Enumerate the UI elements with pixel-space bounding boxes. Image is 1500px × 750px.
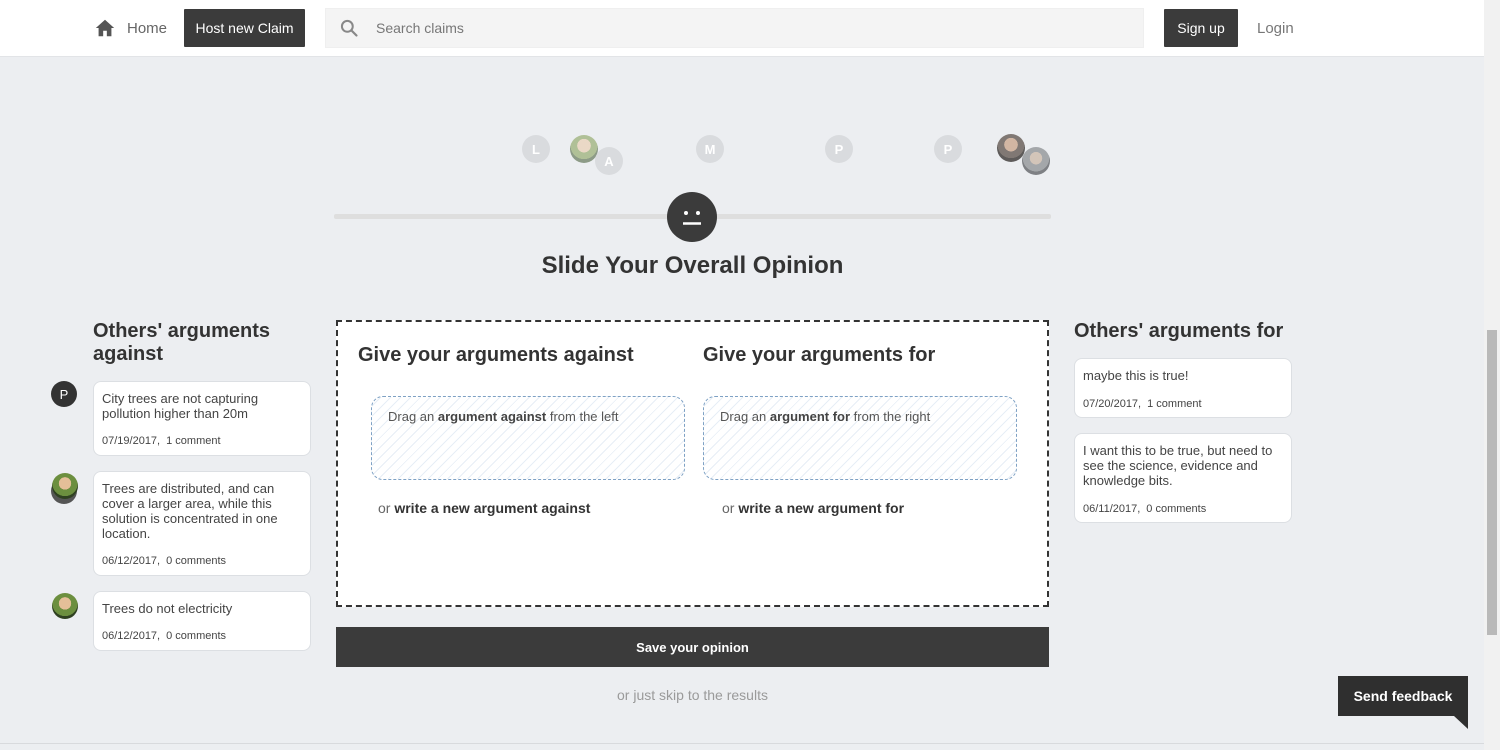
feedback-tail xyxy=(1454,716,1468,729)
opinion-avatar[interactable]: A xyxy=(595,147,623,175)
argument-card-against[interactable]: Trees do not electricity 06/12/2017, 0 co… xyxy=(93,591,311,651)
slider-title: Slide Your Overall Opinion xyxy=(541,252,844,279)
or-text: or xyxy=(722,500,739,516)
argument-date: 07/20/2017, xyxy=(1083,398,1142,410)
opinion-avatar-photo[interactable] xyxy=(1022,147,1050,175)
drop-zone-against[interactable]: Drag an argument against from the left xyxy=(371,396,685,480)
arguments-against-title: Others' arguments against xyxy=(93,320,271,365)
opinion-avatar[interactable]: M xyxy=(696,135,724,163)
search-bar xyxy=(325,8,1144,48)
scrollbar-thumb[interactable] xyxy=(1487,330,1497,635)
opinion-avatar[interactable]: L xyxy=(522,135,550,163)
home-label: Home xyxy=(127,19,168,37)
argument-date: 06/12/2017, xyxy=(102,630,161,642)
search-icon xyxy=(340,19,358,37)
opinion-editor-box: Give your arguments against Give your ar… xyxy=(336,320,1049,607)
opinion-avatar[interactable]: P xyxy=(934,135,962,163)
author-avatar-photo[interactable] xyxy=(52,593,78,619)
argument-comments-link[interactable]: 0 comments xyxy=(166,555,226,567)
drop-hint-text: from the right xyxy=(850,409,931,424)
argument-date: 06/12/2017, xyxy=(102,555,161,567)
write-against-label: write a new argument against xyxy=(394,500,591,516)
opinion-slider-handle[interactable] xyxy=(667,192,717,242)
drop-zone-for[interactable]: Drag an argument for from the right xyxy=(703,396,1017,480)
argument-text: City trees are not capturing pollution h… xyxy=(102,391,259,421)
host-new-claim-button[interactable]: Host new Claim xyxy=(184,9,305,47)
save-opinion-button[interactable]: Save your opinion xyxy=(336,627,1049,667)
argument-card-for[interactable]: I want this to be true, but need to see … xyxy=(1074,433,1292,523)
argument-meta: 07/20/2017, 1 comment xyxy=(1083,398,1202,410)
drop-hint-bold: argument against xyxy=(437,409,547,424)
argument-card-for[interactable]: maybe this is true! 07/20/2017, 1 comment xyxy=(1074,358,1292,418)
write-argument-against-link[interactable]: or write a new argument against xyxy=(378,500,590,516)
opinion-avatar-photo[interactable] xyxy=(570,135,598,163)
argument-card-against[interactable]: Trees are distributed, and can cover a l… xyxy=(93,471,311,576)
argument-text: Trees are distributed, and can cover a l… xyxy=(102,481,278,541)
argument-meta: 06/12/2017, 0 comments xyxy=(102,555,226,567)
opinion-avatar[interactable]: P xyxy=(825,135,853,163)
give-against-title: Give your arguments against xyxy=(358,344,634,366)
argument-text: Trees do not electricity xyxy=(102,601,233,616)
argument-date: 07/19/2017, xyxy=(102,435,161,447)
argument-comments-link[interactable]: 1 comment xyxy=(166,435,220,447)
page-scrollbar[interactable] xyxy=(1484,0,1500,750)
argument-meta: 06/11/2017, 0 comments xyxy=(1083,503,1206,515)
argument-meta: 07/19/2017, 1 comment xyxy=(102,435,221,447)
give-for-title: Give your arguments for xyxy=(703,344,936,366)
argument-card-against[interactable]: City trees are not capturing pollution h… xyxy=(93,381,311,456)
drop-hint-text: Drag an xyxy=(720,409,770,424)
neutral-face-icon xyxy=(683,211,701,225)
send-feedback-button[interactable]: Send feedback xyxy=(1338,676,1468,716)
sign-up-button[interactable]: Sign up xyxy=(1164,9,1238,47)
skip-to-results-link[interactable]: or just skip to the results xyxy=(336,687,1049,703)
write-argument-for-link[interactable]: or write a new argument for xyxy=(722,500,904,516)
argument-comments-link[interactable]: 0 comments xyxy=(1146,503,1206,515)
author-avatar[interactable]: P xyxy=(51,381,77,407)
login-link[interactable]: Login xyxy=(1257,20,1294,37)
write-for-label: write a new argument for xyxy=(738,500,905,516)
home-link[interactable]: Home xyxy=(94,16,167,40)
argument-text: maybe this is true! xyxy=(1083,368,1189,383)
home-icon xyxy=(95,19,115,37)
arguments-for-title: Others' arguments for xyxy=(1074,320,1284,342)
or-text: or xyxy=(378,500,395,516)
argument-text: I want this to be true, but need to see … xyxy=(1083,443,1273,488)
argument-comments-link[interactable]: 1 comment xyxy=(1147,398,1201,410)
drop-hint-text: from the left xyxy=(546,409,619,424)
top-navigation-bar: Home Host new Claim Sign up Login xyxy=(0,0,1484,57)
author-avatar-photo[interactable] xyxy=(52,473,78,499)
drop-hint-bold: argument for xyxy=(769,409,851,424)
argument-meta: 06/12/2017, 0 comments xyxy=(102,630,226,642)
divider xyxy=(0,743,1484,744)
drop-hint-text: Drag an xyxy=(388,409,438,424)
search-input[interactable] xyxy=(376,20,1116,36)
argument-date: 06/11/2017, xyxy=(1083,503,1141,515)
opinion-avatar-photo[interactable] xyxy=(997,134,1025,162)
argument-comments-link[interactable]: 0 comments xyxy=(166,630,226,642)
